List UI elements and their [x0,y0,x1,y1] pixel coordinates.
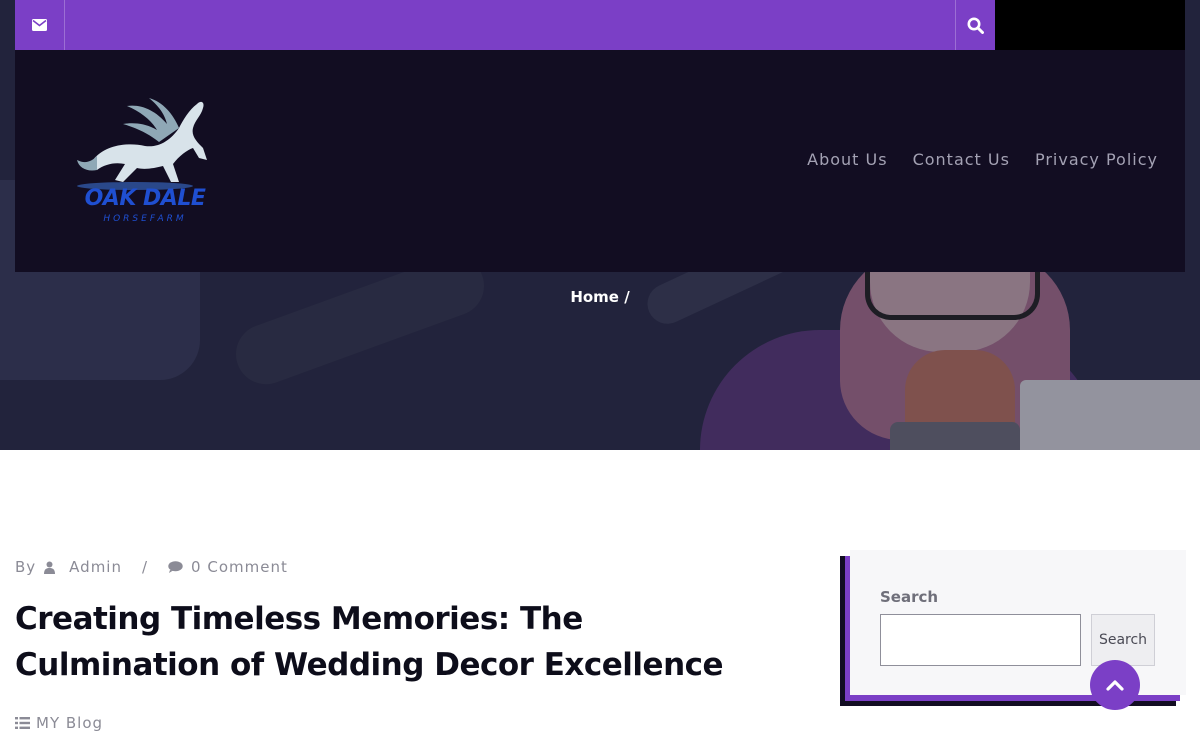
scroll-to-top-button[interactable] [1090,660,1140,710]
search-submit-button[interactable]: Search [1091,614,1155,666]
envelope-icon [32,19,47,31]
nav-contact-us[interactable]: Contact Us [913,150,1010,169]
top-bar-right [995,0,1185,50]
search-widget-label: Search [880,588,939,606]
header-search-button[interactable] [955,0,995,50]
post-meta: By Admin / 0 Comment [15,558,288,576]
main-nav: About Us Contact Us Privacy Policy [807,150,1158,169]
by-label: By [15,558,37,576]
comments-link[interactable]: 0 Comment [191,558,288,576]
category-link[interactable]: MY Blog [36,714,103,732]
author-link[interactable]: Admin [69,558,122,576]
user-icon [44,561,56,574]
nav-about-us[interactable]: About Us [807,150,887,169]
list-icon [15,717,30,729]
mail-button[interactable] [15,0,65,50]
chevron-up-icon [1106,680,1124,691]
site-logo[interactable]: OAK DALE HORSEFARM [75,90,215,235]
search-icon [967,17,984,34]
page: OAK DALE HORSEFARM About Us Contact Us P… [0,0,1200,740]
nav-privacy-policy[interactable]: Privacy Policy [1035,150,1158,169]
meta-separator: / [141,558,149,576]
comment-icon [168,561,183,573]
search-input[interactable] [880,614,1081,666]
post-title: Creating Timeless Memories: The Culminat… [15,601,724,683]
post-category: MY Blog [15,714,103,732]
logo-subtext: HORSEFARM [103,214,187,224]
site-header: OAK DALE HORSEFARM About Us Contact Us P… [15,50,1185,272]
logo-text: OAK DALE [84,186,206,211]
breadcrumb[interactable]: Home / [0,288,1200,306]
horse-logo-icon [77,98,207,190]
top-bar [15,0,995,50]
